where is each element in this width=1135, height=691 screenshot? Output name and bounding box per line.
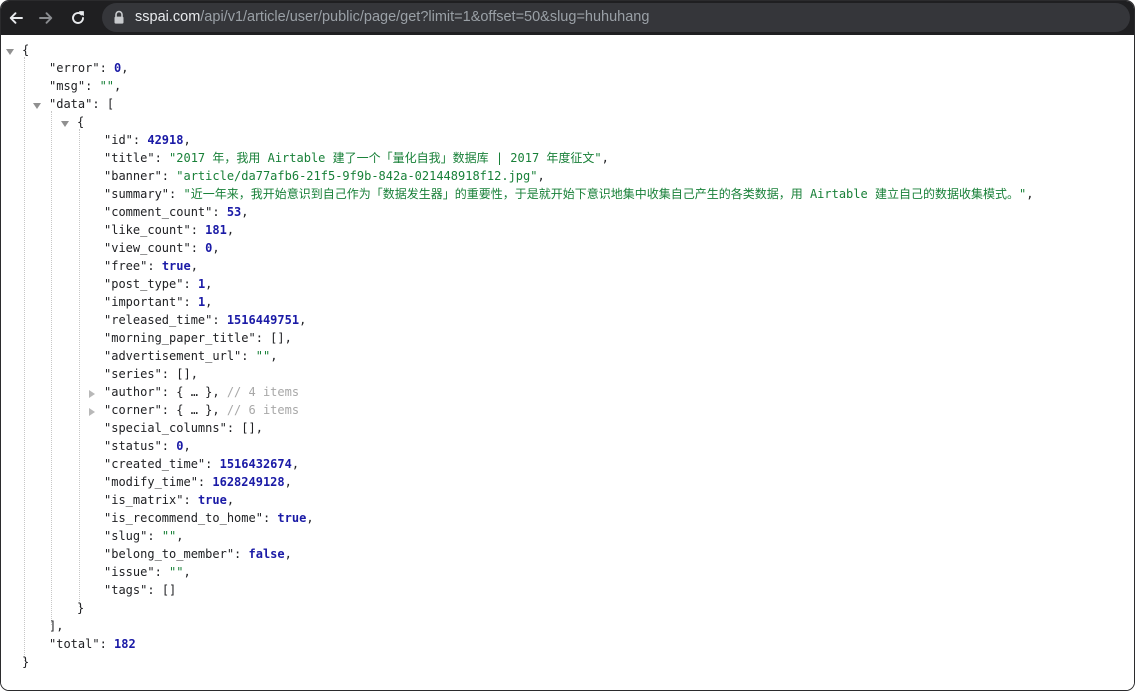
browser-window: sspai.com/api/v1/article/user/public/pag… <box>0 0 1135 691</box>
lock-icon[interactable] <box>112 10 126 25</box>
indent-guide <box>51 111 52 625</box>
back-arrow-icon <box>9 12 23 24</box>
json-row-released-time: "released_time": 1516449751, <box>104 313 307 327</box>
json-row-advertisement-url: "advertisement_url": "", <box>104 349 278 363</box>
indent-guide <box>79 129 80 607</box>
forward-arrow-icon <box>39 12 53 24</box>
json-row-issue: "issue": "", <box>104 565 191 579</box>
json-row-total: "total": 182 <box>49 637 136 651</box>
json-row-like-count: "like_count": 181, <box>104 223 235 237</box>
json-row-created-time: "created_time": 1516432674, <box>104 457 300 471</box>
json-row-modify-time: "modify_time": 1628249128, <box>104 475 292 489</box>
json-row-free: "free": true, <box>104 259 198 273</box>
json-row-id: "id": 42918, <box>104 133 191 147</box>
json-item-close: } <box>77 601 85 615</box>
triangle-right-icon[interactable] <box>87 407 97 417</box>
json-row-error: "error": 0, <box>49 61 129 75</box>
json-row-important: "important": 1, <box>104 295 213 309</box>
triangle-down-icon[interactable] <box>32 101 42 111</box>
json-row-author[interactable]: "author": { … }, // 4 items <box>104 383 299 401</box>
triangle-right-icon[interactable] <box>87 389 97 399</box>
triangle-down-icon[interactable] <box>5 47 15 57</box>
json-row-belong-to-member: "belong_to_member": false, <box>104 547 292 561</box>
forward-button[interactable] <box>34 6 58 30</box>
json-row-is-recommend-to-home: "is_recommend_to_home": true, <box>104 511 314 525</box>
json-root-open: { <box>22 43 30 57</box>
json-row-data: "data": [ <box>49 97 115 111</box>
json-row-corner[interactable]: "corner": { … }, // 6 items <box>104 401 299 419</box>
json-row-banner: "banner": "article/da77afb6-21f5-9f9b-84… <box>104 169 545 183</box>
json-viewer: { "error": 0, "msg": "", "data": [ { "id… <box>1 35 1134 690</box>
json-row-summary: "summary": "近一年来，我开始意识到自己作为「数据发生器」的重要性，于… <box>104 187 1034 201</box>
browser-toolbar: sspai.com/api/v1/article/user/public/pag… <box>1 1 1134 35</box>
url-text[interactable]: sspai.com/api/v1/article/user/public/pag… <box>135 9 649 26</box>
reload-button[interactable] <box>66 6 90 30</box>
json-row-comment-count: "comment_count": 53, <box>104 205 249 219</box>
json-row-morning-paper-title: "morning_paper_title": [], <box>104 331 292 345</box>
json-row-slug: "slug": "", <box>104 529 184 543</box>
url-path: /api/v1/article/user/public/page/get?lim… <box>200 9 650 25</box>
json-row-tags: "tags": [] <box>104 583 177 597</box>
triangle-down-icon[interactable] <box>60 119 70 129</box>
json-item-open: { <box>77 115 85 129</box>
json-row-is-matrix: "is_matrix": true, <box>104 493 235 507</box>
address-bar[interactable]: sspai.com/api/v1/article/user/public/pag… <box>102 3 1130 32</box>
url-host: sspai.com <box>135 9 201 25</box>
json-row-msg: "msg": "", <box>49 79 122 93</box>
back-button[interactable] <box>4 6 28 30</box>
json-row-series: "series": [], <box>104 367 198 381</box>
json-row-special-columns: "special_columns": [], <box>104 421 263 435</box>
json-row-post-type: "post_type": 1, <box>104 277 213 291</box>
json-data-close: ], <box>49 619 64 633</box>
reload-icon <box>72 11 84 24</box>
indent-guide <box>24 57 25 661</box>
json-row-view-count: "view_count": 0, <box>104 241 220 255</box>
json-row-title: "title": "2017 年，我用 Airtable 建了一个「量化自我」数… <box>104 151 609 165</box>
json-row-status: "status": 0, <box>104 439 191 453</box>
json-root-close: } <box>22 655 30 669</box>
